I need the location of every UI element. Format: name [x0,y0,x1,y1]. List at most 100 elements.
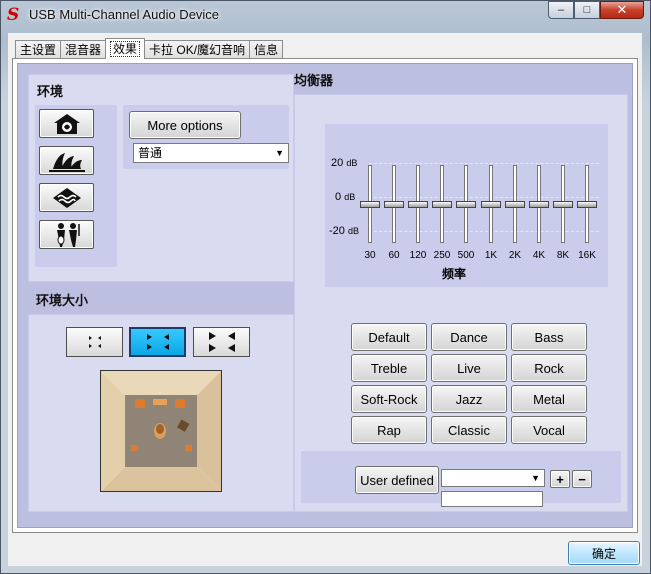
tab-main-settings[interactable]: 主设置 [15,40,62,59]
environment-select-value: 普通 [138,146,163,160]
title-bar[interactable]: S USB Multi-Channel Audio Device – □ ✕ [1,1,650,33]
tab-effects[interactable]: 效果 [105,38,146,59]
db-value: -20 [329,225,345,237]
eq-slider-thumb[interactable] [360,201,380,208]
eq-slider-thumb[interactable] [553,201,573,208]
eq-slider[interactable] [384,165,404,243]
chevron-down-icon: ▼ [531,473,540,483]
app-logo-icon: S [7,5,20,25]
eq-slider[interactable] [456,165,476,243]
tab-strip: 主设置 混音器 效果 卡拉 OK/魔幻音响 信息 [15,38,284,59]
more-options-button[interactable]: More options [129,111,241,139]
environment-concert-button[interactable] [39,220,94,249]
large-room-icon [208,332,235,352]
caption-buttons: – □ ✕ [548,1,644,19]
equalizer-section: 20 dB 0 dB -20 dB 30 60 120 250 500 1K 2K 4K 8K 1… [294,94,628,512]
tab-karaoke[interactable]: 卡拉 OK/魔幻音响 [144,40,251,59]
environment-opera-button[interactable] [39,146,94,175]
environment-room-button[interactable] [39,109,94,138]
eq-slider-thumb[interactable] [384,201,404,208]
preset-vocal-button[interactable]: Vocal [511,416,587,444]
eq-slider-thumb[interactable] [456,201,476,208]
tab-info[interactable]: 信息 [249,40,284,59]
maximize-button[interactable]: □ [574,1,600,19]
minimize-button[interactable]: – [548,1,574,19]
preset-rock-button[interactable]: Rock [511,354,587,382]
db-label-bottom: -20 dB [329,225,359,237]
underwater-icon [52,187,81,208]
minimize-icon: – [557,4,565,16]
db-label-top: 20 dB [331,157,357,169]
frequency-label: 16K [578,250,596,261]
preset-rap-button[interactable]: Rap [351,416,427,444]
db-unit: dB [344,192,356,202]
add-preset-button[interactable]: + [550,470,570,488]
opera-house-icon [48,152,85,172]
eq-slider-thumb[interactable] [577,201,597,208]
plus-icon: + [556,471,564,487]
eq-slider[interactable] [481,165,501,243]
eq-slider-thumb[interactable] [432,201,452,208]
tab-label: 信息 [254,43,279,57]
small-room-icon [88,336,101,348]
close-icon: ✕ [616,2,628,17]
tab-label: 混音器 [65,43,102,57]
concert-icon [56,222,80,247]
user-defined-select[interactable]: ▼ [441,469,545,487]
app-window: S USB Multi-Channel Audio Device – □ ✕ 主… [0,0,651,574]
chevron-down-icon: ▼ [275,148,284,158]
eq-slider[interactable] [408,165,428,243]
db-unit: dB [346,158,358,168]
environment-section: 环境 More options 普通 ▼ [28,74,294,282]
environment-title: 环境 [37,85,64,100]
eq-slider[interactable] [529,165,549,243]
eq-slider-thumb[interactable] [408,201,428,208]
ok-button[interactable]: 确定 [568,541,640,565]
preset-dance-button[interactable]: Dance [431,323,507,351]
environment-select[interactable]: 普通 ▼ [133,143,289,163]
eq-slider[interactable] [505,165,525,243]
user-defined-name-input[interactable] [441,491,543,507]
tab-mixer[interactable]: 混音器 [60,40,107,59]
environment-size-title: 环境大小 [36,294,89,309]
client-area: 主设置 混音器 效果 卡拉 OK/魔幻音响 信息 环境 More options… [8,33,642,566]
eq-slider-thumb[interactable] [505,201,525,208]
preset-classic-button[interactable]: Classic [431,416,507,444]
preset-live-button[interactable]: Live [431,354,507,382]
maximize-icon: □ [583,4,591,16]
size-large-button[interactable] [193,327,250,357]
remove-preset-button[interactable]: − [572,470,592,488]
room-preview [100,370,222,492]
preset-jazz-button[interactable]: Jazz [431,385,507,413]
size-medium-button[interactable] [129,327,186,357]
db-label-zero: 0 dB [335,191,355,203]
db-value: 0 [335,191,342,203]
user-defined-button[interactable]: User defined [355,466,439,494]
eq-slider-thumb[interactable] [481,201,501,208]
preset-bass-button[interactable]: Bass [511,323,587,351]
close-button[interactable]: ✕ [600,1,644,19]
eq-slider-thumb[interactable] [529,201,549,208]
equalizer-title: 均衡器 [294,74,334,89]
grid-line-20db [369,163,599,164]
minus-icon: − [578,471,586,487]
preset-soft-rock-button[interactable]: Soft-Rock [351,385,427,413]
eq-slider[interactable] [432,165,452,243]
preset-treble-button[interactable]: Treble [351,354,427,382]
preset-metal-button[interactable]: Metal [511,385,587,413]
eq-slider[interactable] [553,165,573,243]
eq-slider[interactable] [360,165,380,243]
effects-tab-page: 环境 More options 普通 ▼ 环境大小 均衡器 20 dB 0 dB… [12,58,638,533]
equalizer-graph: 20 dB 0 dB -20 dB 30 60 120 250 500 1K 2K 4K 8K 1… [325,124,608,287]
room-preview-image [101,371,221,491]
preset-default-button[interactable]: Default [351,323,427,351]
tab-label: 卡拉 OK/魔幻音响 [149,43,246,57]
environment-underwater-button[interactable] [39,183,94,212]
eq-slider[interactable] [577,165,597,243]
frequency-axis-title: 频率 [442,267,467,281]
effects-panel: 环境 More options 普通 ▼ 环境大小 均衡器 20 dB 0 dB… [17,63,633,528]
tab-label: 主设置 [20,43,57,57]
size-small-button[interactable] [66,327,123,357]
environment-size-section [28,314,294,512]
room-icon [53,113,80,134]
